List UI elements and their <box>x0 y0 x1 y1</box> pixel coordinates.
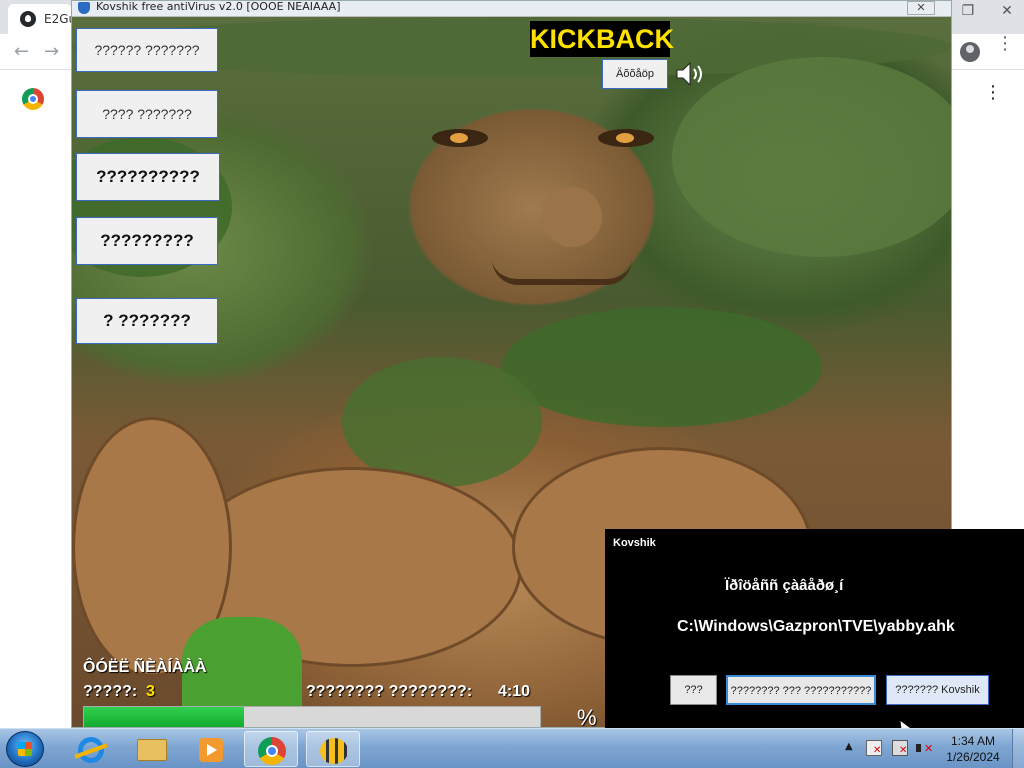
kickback-banner: KICKBACK <box>530 21 674 57</box>
percent-label: % <box>577 705 597 728</box>
tray-expand-icon[interactable]: ▲ <box>845 741 853 752</box>
taskbar-chrome[interactable] <box>244 731 298 767</box>
start-orb-icon[interactable] <box>6 731 44 767</box>
taskbar-clock[interactable]: 1:34 AM 1/26/2024 <box>940 733 1006 765</box>
kovshik-popup-dialog: Kovshik Ïðîöåññ çàâåðø¸í C:\Windows\Gazp… <box>605 529 1024 728</box>
media-player-icon <box>199 738 223 762</box>
speaker-icon[interactable] <box>674 59 708 89</box>
taskbar-media-player[interactable] <box>184 731 238 767</box>
popup-button-1[interactable]: ??? <box>670 675 717 705</box>
progress-bar <box>83 706 541 727</box>
page-menu-icon[interactable]: ⋮ <box>984 84 1002 102</box>
stats-title: ÔÓËË ÑÈÀÍÀÀÀ <box>83 659 207 676</box>
show-desktop-button[interactable] <box>1012 729 1024 768</box>
exit-button[interactable]: Äõõåöp <box>602 59 668 89</box>
time-label: ???????? ????????: <box>306 683 473 700</box>
volume-muted-icon[interactable] <box>916 740 933 756</box>
browser-window-controls: ❐ ✕ <box>951 0 1024 20</box>
browser-menu-icon[interactable]: ⋮ <box>996 35 1014 53</box>
browser-tab-label: E2Gu <box>44 12 72 26</box>
menu-button-5[interactable]: ? ??????? <box>76 298 218 344</box>
clock-date: 1/26/2024 <box>946 750 1000 764</box>
profile-icon[interactable] <box>960 42 980 62</box>
menu-button-1[interactable]: ?????? ??????? <box>76 28 218 72</box>
app-titlebar: Kovshik free antiVirus v2.0 [OOOE NEAIAA… <box>72 1 951 17</box>
network-icon[interactable] <box>892 740 908 756</box>
menu-button-4[interactable]: ????????? <box>76 217 218 265</box>
menu-button-3[interactable]: ?????????? <box>76 153 220 201</box>
shield-icon <box>78 2 90 14</box>
chrome-icon <box>258 737 286 765</box>
taskbar: ▲ 1:34 AM 1/26/2024 <box>0 728 1024 768</box>
popup-button-2[interactable]: ???????? ??? ??????????? <box>726 675 876 705</box>
forward-arrow-icon[interactable]: → <box>44 41 59 62</box>
restore-icon[interactable]: ❐ <box>951 2 985 22</box>
github-icon <box>20 11 36 27</box>
taskbar-ie[interactable] <box>64 731 118 767</box>
popup-title: Kovshik <box>613 537 656 549</box>
bee-app-icon <box>320 738 348 764</box>
internet-explorer-icon <box>78 737 104 763</box>
action-center-flag-icon[interactable] <box>866 740 882 756</box>
popup-button-kovshik[interactable]: ??????? Kovshik <box>886 675 989 705</box>
app-title: Kovshik free antiVirus v2.0 [OOOE NEAIAA… <box>96 0 341 13</box>
time-value: 4:10 <box>498 683 531 700</box>
file-explorer-icon <box>137 739 167 761</box>
browser-tab[interactable]: E2Gu <box>8 4 72 34</box>
taskbar-bee-app[interactable] <box>306 731 360 767</box>
popup-message: Ïðîöåññ çàâåðø¸í <box>725 577 844 594</box>
level-value: 3 <box>146 683 155 700</box>
clock-time: 1:34 AM <box>950 734 996 748</box>
menu-button-2[interactable]: ???? ??????? <box>76 90 218 138</box>
app-close-button[interactable]: ✕ <box>907 1 935 15</box>
popup-file-path: C:\Windows\Gazpron\TVE\yabby.ahk <box>677 618 955 635</box>
taskbar-explorer[interactable] <box>124 731 178 767</box>
back-arrow-icon[interactable]: ← <box>14 41 29 62</box>
level-label: ?????: <box>83 683 138 700</box>
progress-fill <box>84 707 244 727</box>
chrome-logo-icon <box>22 88 44 110</box>
close-icon[interactable]: ✕ <box>990 2 1024 22</box>
